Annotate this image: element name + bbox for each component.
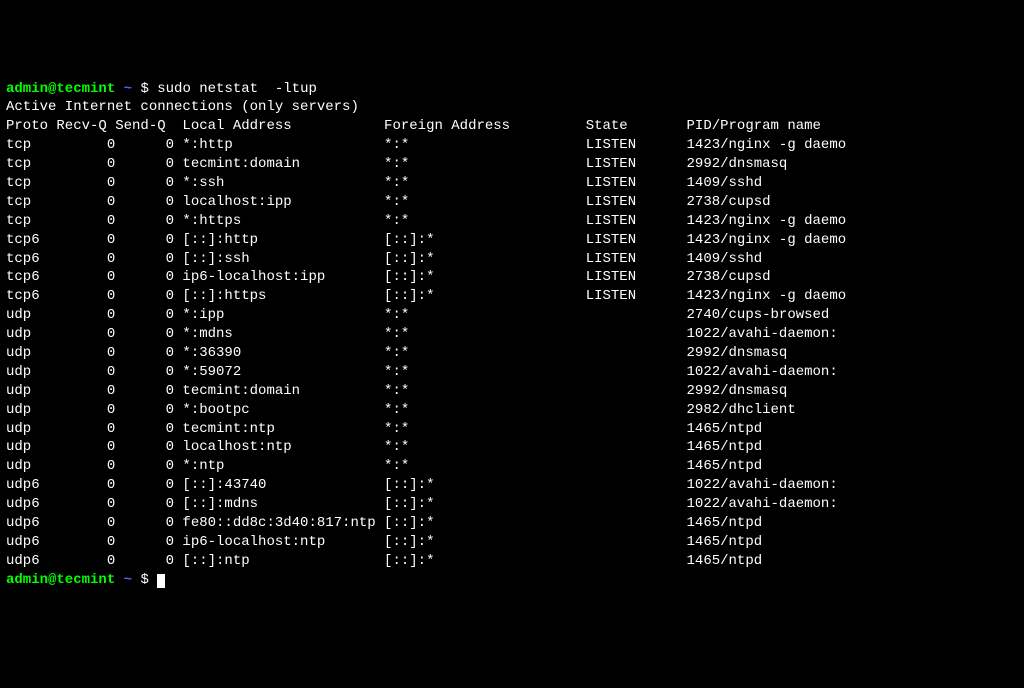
cursor-icon <box>157 574 165 588</box>
table-row: udp6 0 0 [::]:mdns [::]:* 1022/avahi-dae… <box>6 495 1018 514</box>
table-row: tcp6 0 0 [::]:https [::]:* LISTEN 1423/n… <box>6 287 1018 306</box>
table-row: tcp 0 0 *:https *:* LISTEN 1423/nginx -g… <box>6 212 1018 231</box>
table-row: udp6 0 0 [::]:43740 [::]:* 1022/avahi-da… <box>6 476 1018 495</box>
table-row: udp6 0 0 ip6-localhost:ntp [::]:* 1465/n… <box>6 533 1018 552</box>
table-row: udp6 0 0 fe80::dd8c:3d40:817:ntp [::]:* … <box>6 514 1018 533</box>
table-row: tcp 0 0 localhost:ipp *:* LISTEN 2738/cu… <box>6 193 1018 212</box>
table-row: tcp6 0 0 [::]:http [::]:* LISTEN 1423/ng… <box>6 231 1018 250</box>
table-row: udp 0 0 tecmint:domain *:* 2992/dnsmasq <box>6 382 1018 401</box>
terminal-output: admin@tecmint ~ $ sudo netstat -ltupActi… <box>6 80 1018 590</box>
prompt-cwd: ~ <box>124 81 132 97</box>
prompt-line-2[interactable]: admin@tecmint ~ $ <box>6 571 1018 590</box>
table-row: udp6 0 0 [::]:ntp [::]:* 1465/ntpd <box>6 552 1018 571</box>
table-row: udp 0 0 localhost:ntp *:* 1465/ntpd <box>6 438 1018 457</box>
prompt-cwd: ~ <box>124 572 132 588</box>
table-row: udp 0 0 *:36390 *:* 2992/dnsmasq <box>6 344 1018 363</box>
command-text: sudo netstat -ltup <box>157 81 317 97</box>
prompt-symbol: $ <box>140 81 148 97</box>
prompt-line-1[interactable]: admin@tecmint ~ $ sudo netstat -ltup <box>6 80 1018 99</box>
table-row: tcp6 0 0 ip6-localhost:ipp [::]:* LISTEN… <box>6 268 1018 287</box>
prompt-user: admin@tecmint <box>6 81 115 97</box>
column-headers: Proto Recv-Q Send-Q Local Address Foreig… <box>6 117 1018 136</box>
table-row: udp 0 0 *:59072 *:* 1022/avahi-daemon: <box>6 363 1018 382</box>
table-row: udp 0 0 *:mdns *:* 1022/avahi-daemon: <box>6 325 1018 344</box>
table-row: tcp 0 0 *:http *:* LISTEN 1423/nginx -g … <box>6 136 1018 155</box>
table-row: udp 0 0 tecmint:ntp *:* 1465/ntpd <box>6 420 1018 439</box>
prompt-user: admin@tecmint <box>6 572 115 588</box>
table-row: tcp 0 0 *:ssh *:* LISTEN 1409/sshd <box>6 174 1018 193</box>
output-header: Active Internet connections (only server… <box>6 98 1018 117</box>
table-row: udp 0 0 *:ipp *:* 2740/cups-browsed <box>6 306 1018 325</box>
prompt-symbol: $ <box>140 572 148 588</box>
table-row: tcp 0 0 tecmint:domain *:* LISTEN 2992/d… <box>6 155 1018 174</box>
table-row: udp 0 0 *:ntp *:* 1465/ntpd <box>6 457 1018 476</box>
table-row: udp 0 0 *:bootpc *:* 2982/dhclient <box>6 401 1018 420</box>
table-row: tcp6 0 0 [::]:ssh [::]:* LISTEN 1409/ssh… <box>6 250 1018 269</box>
